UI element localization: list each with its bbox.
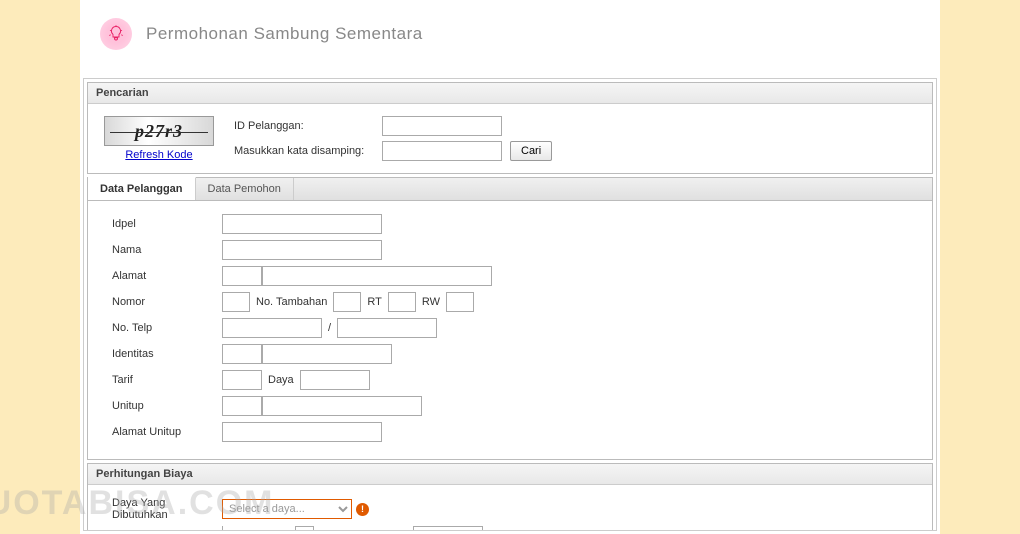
identitas-label: Identitas	[112, 348, 222, 360]
idpel-input[interactable]	[222, 214, 382, 234]
tarif-label: Tarif	[112, 374, 222, 386]
daya-dibutuhkan-label: Daya Yang Dibutuhkan	[112, 497, 222, 521]
alamat-input[interactable]	[262, 266, 492, 286]
nomor-label: Nomor	[112, 296, 222, 308]
calendar-icon[interactable]: ▦	[295, 527, 313, 531]
tarif-input[interactable]	[222, 370, 262, 390]
content-scroll[interactable]: Pencarian p27r3 Refresh Kode ID Pelangga…	[83, 78, 937, 531]
tanggal-mulai-input[interactable]	[223, 526, 295, 531]
telp-area-input[interactable]	[222, 318, 322, 338]
alamat-unitup-input[interactable]	[222, 422, 382, 442]
data-panel: Data Pelanggan Data Pemohon Idpel Nama A…	[87, 177, 933, 460]
search-button[interactable]: Cari	[510, 141, 552, 161]
alamat-code-input[interactable]	[222, 266, 262, 286]
tab-data-pelanggan[interactable]: Data Pelanggan	[88, 177, 196, 200]
rw-label: RW	[422, 296, 440, 308]
tab-bar: Data Pelanggan Data Pemohon	[88, 178, 932, 201]
no-tambahan-label: No. Tambahan	[256, 296, 327, 308]
unitup-code-input[interactable]	[222, 396, 262, 416]
search-panel: Pencarian p27r3 Refresh Kode ID Pelangga…	[87, 82, 933, 174]
id-pelanggan-input[interactable]	[382, 116, 502, 136]
no-telp-label: No. Telp	[112, 322, 222, 334]
alamat-unitup-label: Alamat Unitup	[112, 426, 222, 438]
identitas-number-input[interactable]	[262, 344, 392, 364]
daya-input[interactable]	[300, 370, 370, 390]
refresh-captcha-link[interactable]: Refresh Kode	[125, 149, 192, 161]
unitup-name-input[interactable]	[262, 396, 422, 416]
captcha-code-input[interactable]	[382, 141, 502, 161]
nomor-input[interactable]	[222, 292, 250, 312]
page-title: Permohonan Sambung Sementara	[146, 24, 423, 44]
search-panel-title: Pencarian	[88, 83, 932, 104]
rt-label: RT	[367, 296, 381, 308]
unitup-label: Unitup	[112, 400, 222, 412]
nama-input[interactable]	[222, 240, 382, 260]
rw-input[interactable]	[446, 292, 474, 312]
nama-label: Nama	[112, 244, 222, 256]
jam-pelaksanaan-input[interactable]	[413, 526, 483, 531]
jam-hint: ex: 01:00	[489, 530, 534, 531]
daya-label: Daya	[268, 374, 294, 386]
idpel-label: Idpel	[112, 218, 222, 230]
tanggal-mulai-label: Tanggal Mulai	[112, 530, 222, 531]
captcha-container: p27r3 Refresh Kode	[104, 116, 214, 161]
tab-data-pemohon[interactable]: Data Pemohon	[196, 178, 294, 200]
alamat-label: Alamat	[112, 270, 222, 282]
daya-select[interactable]: Select a daya...	[222, 499, 352, 519]
identitas-type-input[interactable]	[222, 344, 262, 364]
captcha-image: p27r3	[104, 116, 214, 146]
warning-icon: !	[356, 503, 369, 516]
jam-pelaksanaan-label: Jam Pelaksanaan	[320, 530, 407, 531]
captcha-code-label: Masukkan kata disamping:	[234, 145, 374, 157]
telp-number-input[interactable]	[337, 318, 437, 338]
page-header: Permohonan Sambung Sementara	[80, 0, 940, 78]
rt-input[interactable]	[388, 292, 416, 312]
lightbulb-icon	[100, 18, 132, 50]
biaya-panel-title: Perhitungan Biaya	[88, 464, 932, 485]
id-pelanggan-label: ID Pelanggan:	[234, 120, 374, 132]
biaya-panel: Perhitungan Biaya Daya Yang Dibutuhkan S…	[87, 463, 933, 531]
no-tambahan-input[interactable]	[333, 292, 361, 312]
